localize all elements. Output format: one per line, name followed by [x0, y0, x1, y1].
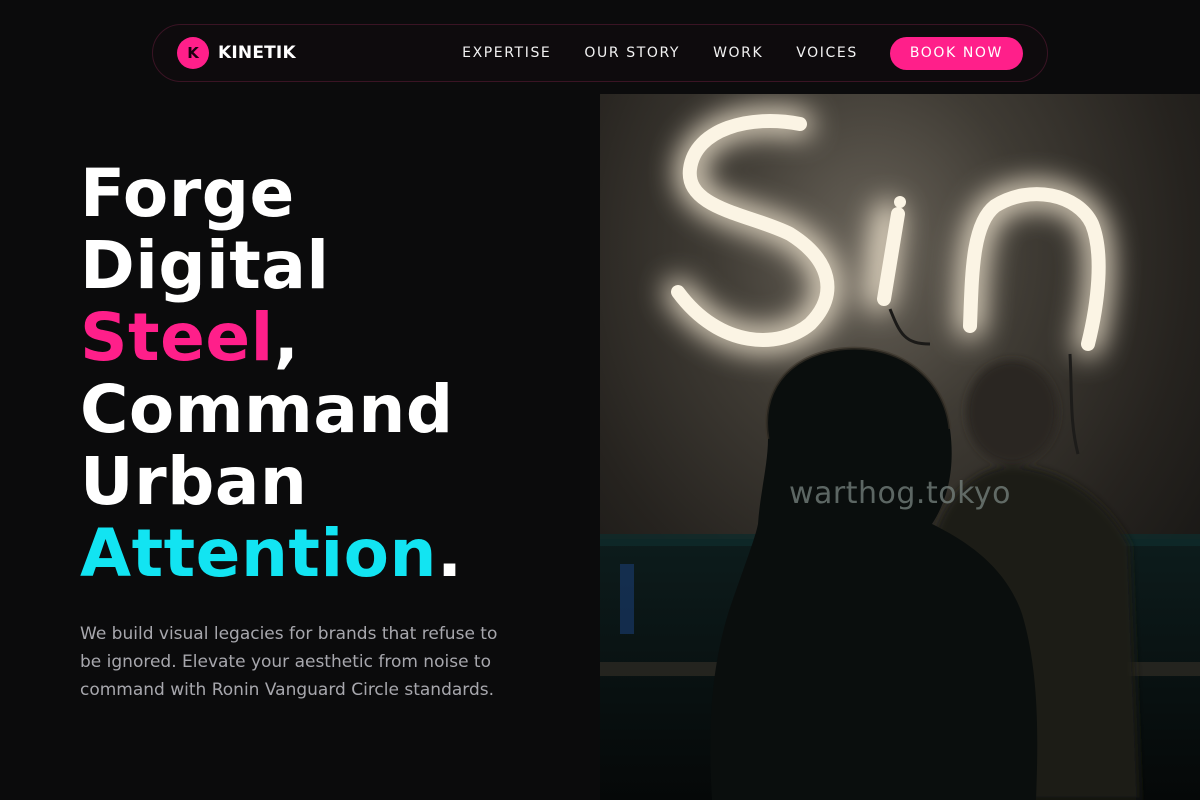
nav-link-voices[interactable]: VOICES: [796, 45, 858, 61]
nav-link-our-story[interactable]: OUR STORY: [584, 45, 680, 61]
nav-link-expertise[interactable]: EXPERTISE: [462, 45, 551, 61]
book-now-button[interactable]: BOOK NOW: [889, 36, 1023, 70]
brand-mark-icon: K: [177, 37, 209, 69]
headline-accent-steel: Steel: [80, 299, 274, 376]
hero-section: Forge Digital Steel, Command Urban Atten…: [80, 158, 580, 704]
nav-links: EXPERTISE OUR STORY WORK VOICES BOOK NOW: [462, 36, 1023, 70]
headline-line-1: Forge: [80, 155, 295, 232]
headline-line-5: Urban: [80, 443, 308, 520]
nav-link-work[interactable]: WORK: [713, 45, 763, 61]
headline-line-3: Steel,: [80, 302, 580, 374]
headline-comma: ,: [273, 299, 300, 376]
headline-accent-attention: Attention: [80, 515, 437, 592]
headline-period: .: [436, 515, 463, 592]
brand-name: KINETIK: [218, 43, 296, 63]
neon-sign-photo: [600, 94, 1200, 800]
headline-line-6: Attention.: [80, 518, 580, 590]
top-navigation: K KINETIK EXPERTISE OUR STORY WORK VOICE…: [152, 24, 1048, 82]
hero-headline: Forge Digital Steel, Command Urban Atten…: [80, 158, 580, 590]
hero-subcopy: We build visual legacies for brands that…: [80, 624, 498, 700]
brand-logo[interactable]: K KINETIK: [177, 37, 296, 69]
headline-line-2: Digital: [80, 227, 330, 304]
headline-line-4: Command: [80, 371, 454, 448]
hero-photo: warthog.tokyo: [600, 94, 1200, 800]
watermark-text: warthog.tokyo: [789, 476, 1011, 511]
